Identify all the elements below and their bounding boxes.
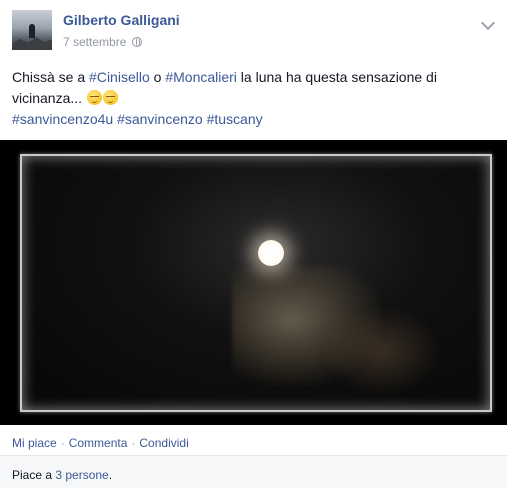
post-photo[interactable] [0,140,507,425]
hashtag-link[interactable]: #Cinisello [89,69,150,85]
avatar[interactable] [12,10,52,50]
post-text: Chissà se a #Cinisello o #Moncalieri la … [12,67,482,130]
hashtag-link[interactable]: #sanvincenzo4u [12,111,113,127]
hashtag-link[interactable]: #tuscany [207,111,263,127]
hashtag-link[interactable]: #Moncalieri [165,69,237,85]
post-text-part: Chissà se a [12,69,90,85]
relieved-face-emoji-icon [102,90,118,105]
likes-people-link[interactable]: 3 persone [55,468,108,482]
likes-summary: Piace a 3 persone. [12,468,112,482]
relieved-face-emoji-icon [86,90,102,105]
globe-icon[interactable] [132,37,143,47]
separator: · [131,436,136,450]
cloud-shape [322,306,442,396]
moon-icon [258,240,284,266]
hashtag-link[interactable]: #sanvincenzo [117,111,203,127]
separator: · [60,436,65,450]
photo-frame [20,154,492,412]
comment-button[interactable]: Commenta [69,436,128,450]
likes-suffix: . [108,468,113,482]
share-button[interactable]: Condividi [139,436,188,450]
post-text-part: o [149,69,166,85]
likes-prefix: Piace a [12,468,56,482]
chevron-down-icon[interactable] [480,15,496,31]
post-meta: 7 settembre [63,35,143,49]
post-date[interactable]: 7 settembre [63,35,126,49]
post-header: Gilberto Galligani 7 settembre [12,10,507,54]
like-button[interactable]: Mi piace [12,436,57,450]
avatar-figure [29,24,35,38]
likes-bar: Piace a 3 persone. [0,455,507,488]
post-actions: Mi piace · Commenta · Condividi [12,436,189,450]
author-name[interactable]: Gilberto Galligani [63,12,180,28]
